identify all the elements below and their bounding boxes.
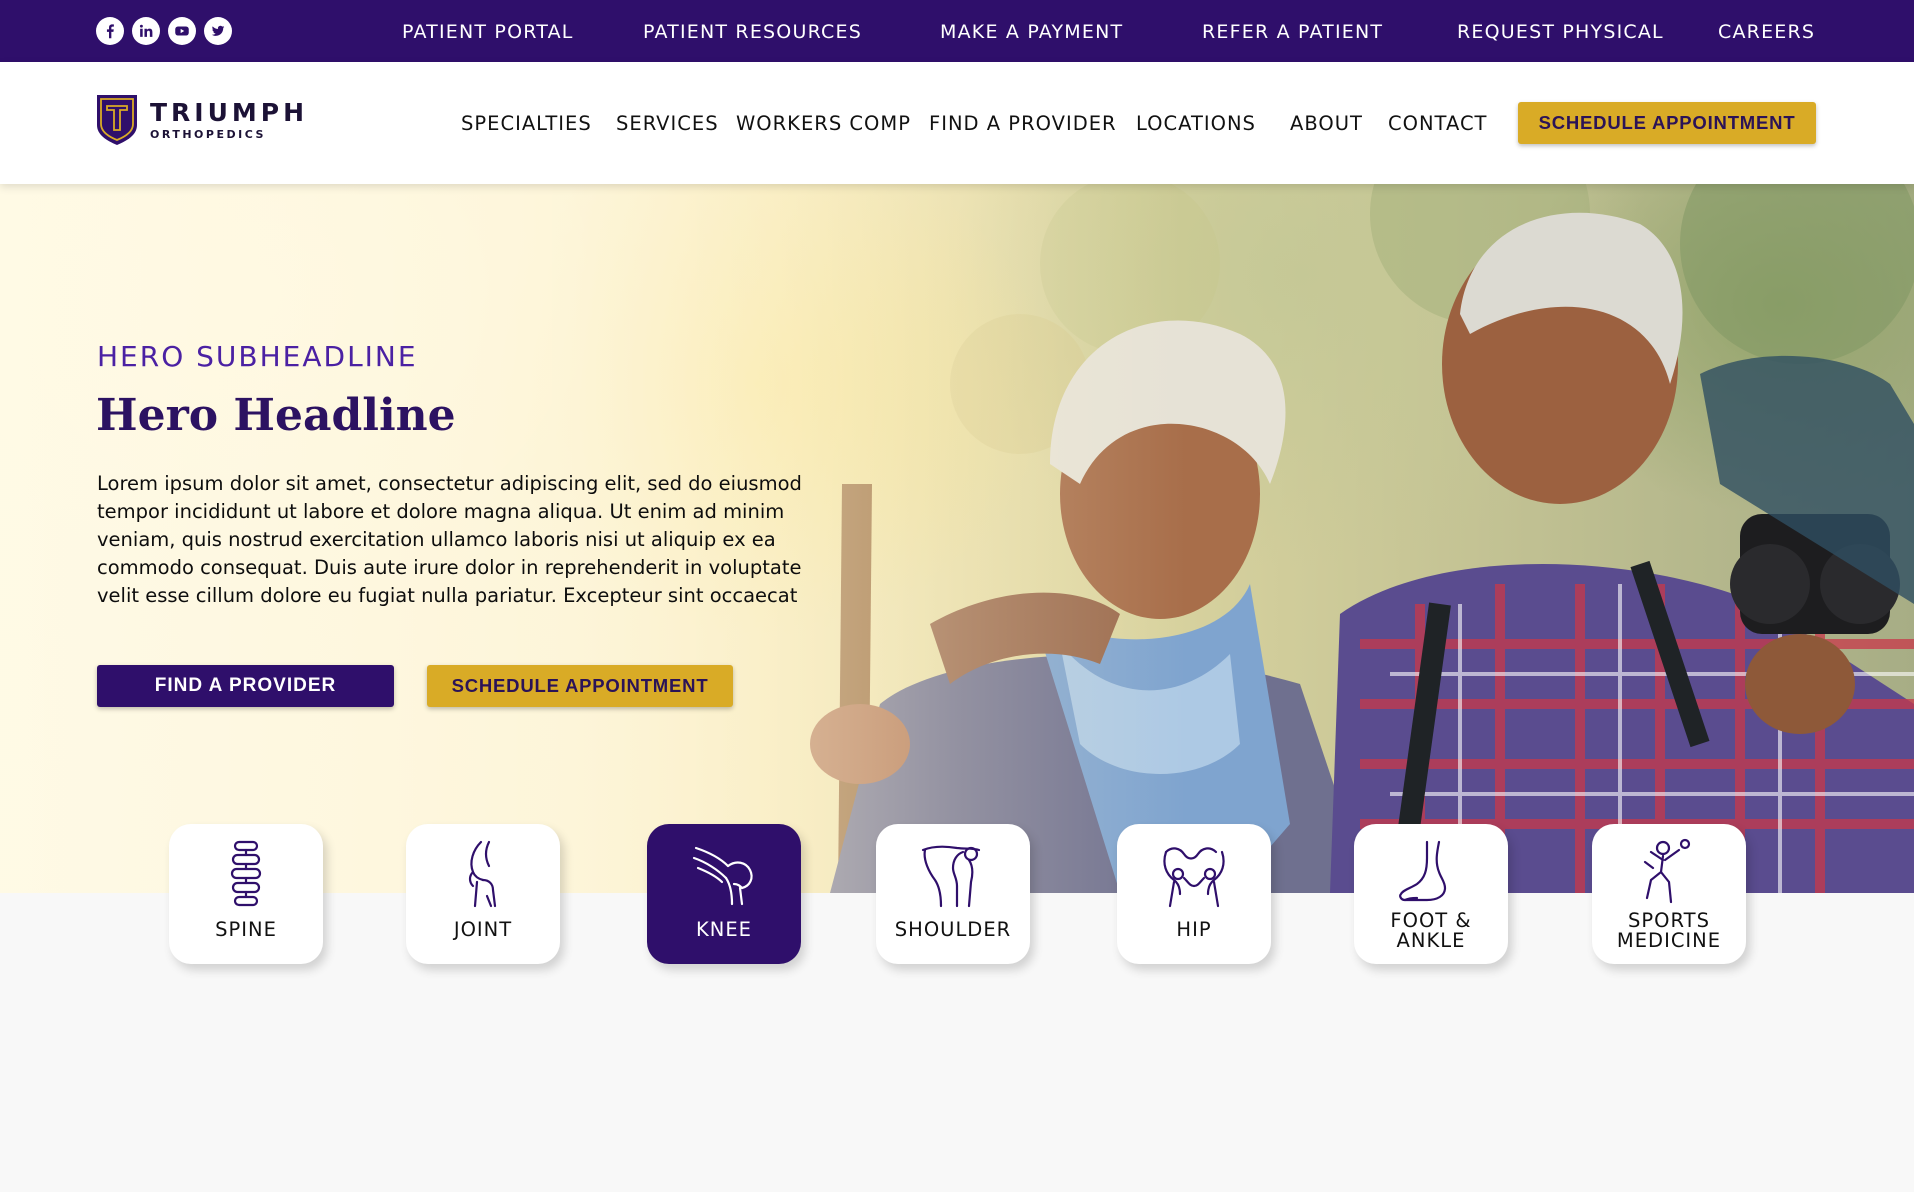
main-header: TRIUMPH ORTHOPEDICS SPECIALTIES SERVICES… <box>0 62 1914 184</box>
specialty-label: JOINT <box>453 918 513 941</box>
nav-contact[interactable]: CONTACT <box>1388 112 1487 135</box>
util-link-refer-a-patient[interactable]: REFER A PATIENT <box>1202 21 1383 43</box>
nav-find-a-provider[interactable]: FIND A PROVIDER <box>929 112 1117 135</box>
utility-bar: PATIENT PORTAL PATIENT RESOURCES MAKE A … <box>0 0 1914 62</box>
linkedin-icon[interactable] <box>132 17 160 45</box>
nav-services[interactable]: SERVICES <box>616 112 719 135</box>
specialty-label-line2: ANKLE <box>1396 929 1466 952</box>
youtube-icon[interactable] <box>168 17 196 45</box>
shoulder-icon <box>921 845 981 908</box>
hero-schedule-appointment-button[interactable]: SCHEDULE APPOINTMENT <box>427 665 733 707</box>
joint-icon <box>468 840 497 908</box>
specialty-card-hip[interactable]: HIP <box>1117 824 1271 964</box>
social-links <box>96 17 232 45</box>
knee-icon <box>692 846 753 906</box>
specialty-label: FOOT & ANKLE <box>1354 911 1508 951</box>
shield-logo-icon <box>97 95 137 145</box>
facebook-icon[interactable] <box>96 17 124 45</box>
specialty-card-foot-ankle[interactable]: FOOT & ANKLE <box>1354 824 1508 964</box>
nav-workers-comp[interactable]: WORKERS COMP <box>736 112 911 135</box>
util-link-patient-resources[interactable]: PATIENT RESOURCES <box>643 21 862 43</box>
util-link-request-physical[interactable]: REQUEST PHYSICAL <box>1457 21 1664 43</box>
specialty-card-spine[interactable]: SPINE <box>169 824 323 964</box>
hero-subheadline: HERO SUBHEADLINE <box>97 340 418 373</box>
logo-name: TRIUMPH <box>150 98 309 127</box>
specialty-label: KNEE <box>695 918 753 941</box>
specialty-card-joint[interactable]: JOINT <box>406 824 560 964</box>
logo[interactable]: TRIUMPH ORTHOPEDICS <box>96 94 308 146</box>
find-a-provider-button[interactable]: FIND A PROVIDER <box>97 665 394 707</box>
foot-ankle-icon <box>1399 840 1447 902</box>
specialty-card-knee[interactable]: KNEE <box>647 824 801 964</box>
hero-body-text: Lorem ipsum dolor sit amet, consectetur … <box>97 472 802 607</box>
nav-specialties[interactable]: SPECIALTIES <box>461 112 592 135</box>
util-link-careers[interactable]: CAREERS <box>1718 21 1815 43</box>
hip-icon <box>1163 847 1225 908</box>
hero-headline: Hero Headline <box>96 390 456 441</box>
header-schedule-appointment-button[interactable]: SCHEDULE APPOINTMENT <box>1518 102 1816 144</box>
nav-about[interactable]: ABOUT <box>1290 112 1363 135</box>
nav-locations[interactable]: LOCATIONS <box>1136 112 1256 135</box>
twitter-icon[interactable] <box>204 17 232 45</box>
specialty-card-sports-medicine[interactable]: SPORTS MEDICINE <box>1592 824 1746 964</box>
specialty-label: HIP <box>1176 918 1212 941</box>
specialty-label: SHOULDER <box>894 918 1012 941</box>
logo-subtitle: ORTHOPEDICS <box>150 128 266 141</box>
spine-icon <box>230 840 262 907</box>
util-link-patient-portal[interactable]: PATIENT PORTAL <box>402 21 574 43</box>
specialty-label: SPINE <box>215 918 277 941</box>
specialty-card-shoulder[interactable]: SHOULDER <box>876 824 1030 964</box>
sports-medicine-icon <box>1643 838 1691 904</box>
specialty-label: SPORTS MEDICINE <box>1592 911 1746 951</box>
util-link-make-a-payment[interactable]: MAKE A PAYMENT <box>940 21 1123 43</box>
specialty-label-line2: MEDICINE <box>1616 929 1722 952</box>
